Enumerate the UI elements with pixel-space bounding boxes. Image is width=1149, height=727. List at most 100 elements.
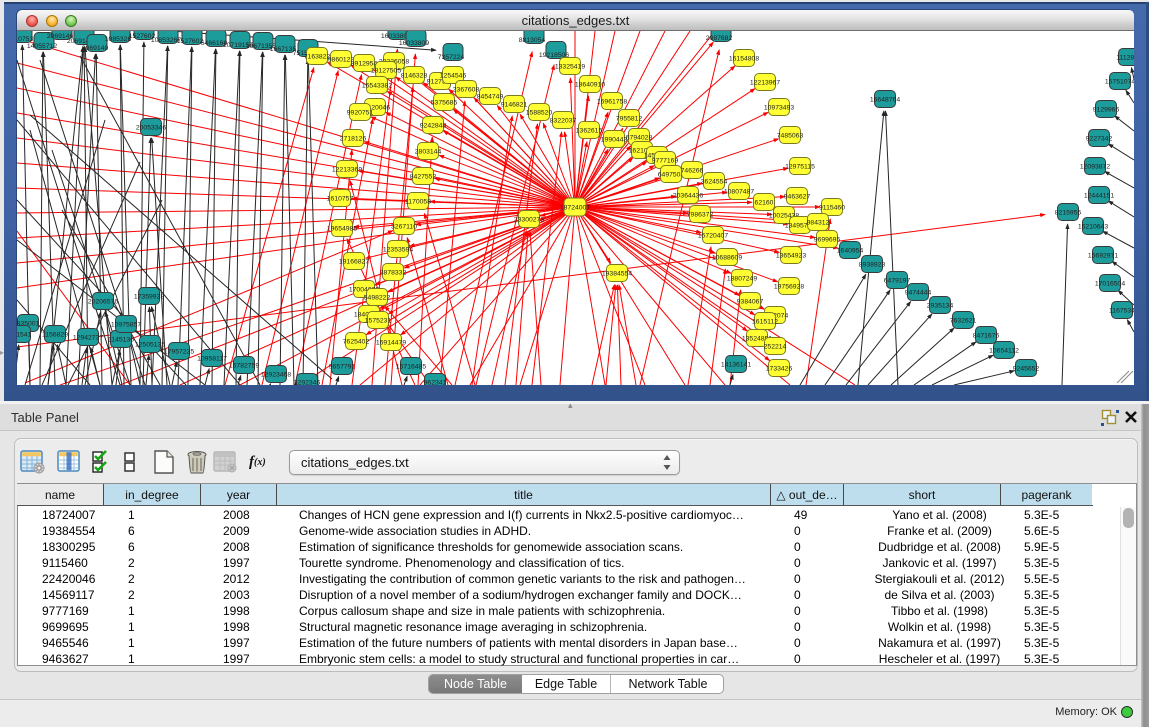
svg-text:1112843: 1112843 [1116, 55, 1134, 62]
svg-text:62160: 62160 [755, 200, 774, 207]
svg-text:19654985: 19654985 [327, 226, 357, 233]
svg-text:1588520: 1588520 [526, 110, 553, 117]
svg-text:9463627: 9463627 [784, 194, 811, 201]
svg-text:16154808: 16154808 [729, 56, 759, 63]
svg-text:8427552: 8427552 [410, 174, 437, 181]
svg-text:1156829: 1156829 [42, 332, 68, 339]
svg-text:10958117: 10958117 [197, 356, 227, 363]
svg-text:746266: 746266 [681, 168, 704, 175]
svg-text:9474444: 9474444 [905, 290, 932, 297]
svg-text:962341: 962341 [424, 380, 447, 386]
svg-text:17359928: 17359928 [134, 294, 164, 301]
svg-text:1527602: 1527602 [177, 38, 204, 45]
svg-text:10973493: 10973493 [764, 105, 794, 112]
svg-text:9657791: 9657791 [329, 364, 356, 371]
svg-text:10654112: 10654112 [989, 348, 1019, 355]
svg-text:1254546: 1254546 [440, 73, 467, 80]
svg-text:16782759: 16782759 [229, 363, 259, 370]
svg-text:10975857: 10975857 [111, 322, 141, 329]
svg-text:20364436: 20364436 [673, 193, 703, 200]
svg-text:7632621: 7632621 [950, 318, 977, 325]
svg-text:12444151: 12444151 [1084, 193, 1114, 200]
svg-text:10688609: 10688609 [712, 255, 742, 262]
svg-text:1610757: 1610757 [327, 196, 354, 203]
svg-text:9146821: 9146821 [501, 102, 528, 109]
svg-text:15716485: 15716485 [396, 364, 426, 371]
svg-text:17016504: 17016504 [1095, 281, 1125, 288]
svg-text:14055712: 14055712 [27, 43, 57, 50]
svg-text:10807487: 10807487 [724, 189, 754, 196]
svg-text:12923468: 12923468 [261, 372, 291, 379]
svg-text:7986372: 7986372 [687, 212, 714, 219]
svg-text:391541: 391541 [17, 332, 32, 339]
svg-text:18640910: 18640910 [575, 82, 605, 89]
svg-text:3267110: 3267110 [391, 224, 417, 231]
svg-text:13654923: 13654923 [776, 253, 806, 260]
svg-text:12213967: 12213967 [750, 80, 780, 87]
svg-text:12353594: 12353594 [383, 247, 413, 254]
svg-text:18724007: 18724007 [560, 205, 590, 212]
svg-text:2718126: 2718126 [340, 136, 367, 143]
svg-text:12213369: 12213369 [332, 167, 362, 174]
svg-text:9115460: 9115460 [819, 205, 845, 212]
svg-text:9242848: 9242848 [420, 123, 447, 130]
svg-text:7955812: 7955812 [616, 116, 643, 123]
svg-text:18127505: 18127505 [371, 68, 401, 75]
svg-text:1085326: 1085326 [105, 36, 132, 43]
svg-text:16210643: 16210643 [1078, 224, 1108, 231]
svg-text:1575231: 1575231 [365, 318, 392, 325]
svg-text:6479197: 6479197 [884, 278, 911, 285]
svg-text:15751074: 15751074 [1105, 79, 1134, 86]
svg-text:1145136: 1145136 [108, 337, 134, 344]
svg-text:20206576: 20206576 [88, 299, 118, 306]
svg-text:9777169: 9777169 [652, 158, 679, 165]
svg-text:16033809: 16033809 [399, 40, 429, 47]
svg-text:15720407: 15720407 [698, 233, 728, 240]
svg-text:9129966: 9129966 [1093, 107, 1120, 114]
svg-text:3624554: 3624554 [701, 179, 728, 186]
svg-text:12505135: 12505135 [135, 342, 165, 349]
svg-text:13325419: 13325419 [555, 64, 585, 71]
svg-text:15692971: 15692971 [1088, 253, 1118, 260]
svg-text:8322037: 8322037 [550, 118, 577, 125]
svg-text:12975115: 12975115 [785, 164, 815, 171]
svg-text:7485063: 7485063 [777, 133, 804, 140]
svg-text:9920751: 9920751 [347, 110, 374, 117]
svg-text:8454749: 8454749 [477, 94, 504, 101]
svg-text:6794028: 6794028 [626, 135, 653, 142]
svg-text:2069140: 2069140 [82, 45, 109, 52]
svg-text:8471676: 8471676 [973, 333, 1000, 340]
svg-text:(x): (x) [254, 457, 266, 468]
svg-text:252214: 252214 [764, 344, 787, 351]
svg-text:16961758: 16961758 [597, 99, 627, 106]
svg-text:1362615: 1362615 [576, 128, 603, 135]
svg-text:9384067: 9384067 [737, 299, 764, 306]
svg-text:16543382: 16543382 [362, 83, 392, 90]
svg-text:8912954: 8912954 [351, 61, 378, 68]
svg-text:1610753: 1610753 [17, 36, 33, 43]
svg-text:23300273: 23300273 [514, 217, 544, 224]
svg-text:8215955: 8215955 [1055, 210, 1082, 217]
svg-text:1733426: 1733426 [766, 366, 793, 373]
svg-text:2935134: 2935134 [927, 303, 954, 310]
svg-text:14136141: 14136141 [721, 362, 751, 369]
svg-text:1167534: 1167534 [1109, 308, 1134, 315]
svg-text:9245652: 9245652 [1013, 366, 1040, 373]
svg-text:2087682: 2087682 [706, 35, 733, 42]
svg-text:18807249: 18807249 [727, 276, 757, 283]
svg-text:2803144: 2803144 [415, 149, 442, 156]
svg-text:1990443: 1990443 [601, 137, 628, 144]
svg-text:19756928: 19756928 [774, 284, 804, 291]
svg-text:12093872: 12093872 [1080, 164, 1110, 171]
svg-text:7163822: 7163822 [304, 54, 331, 61]
svg-text:1640954: 1640954 [837, 248, 864, 255]
svg-text:2367608: 2367608 [453, 87, 480, 94]
svg-text:7357224: 7357224 [438, 54, 465, 61]
svg-text:8813054: 8813054 [519, 37, 546, 44]
svg-text:5375685: 5375685 [431, 100, 458, 107]
svg-text:9227342: 9227342 [1086, 136, 1113, 143]
svg-text:1615112: 1615112 [752, 319, 778, 326]
svg-text:1170058: 1170058 [405, 199, 431, 206]
svg-text:984312: 984312 [807, 220, 830, 227]
svg-text:5498222: 5498222 [364, 295, 391, 302]
